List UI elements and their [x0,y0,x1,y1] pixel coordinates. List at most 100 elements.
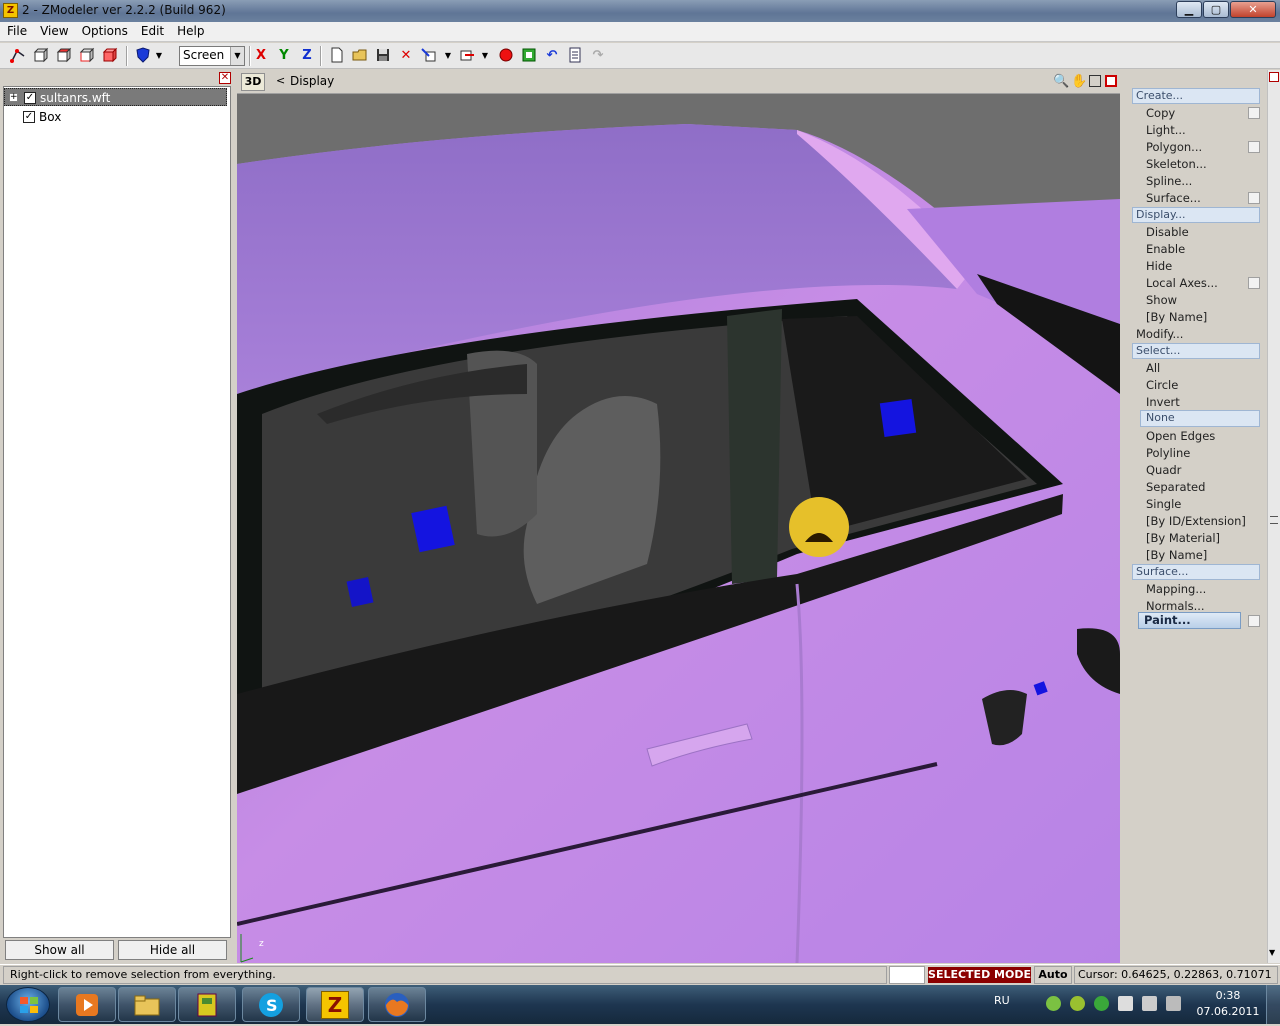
viewport-render[interactable]: z [237,94,1120,963]
select-section-header[interactable]: Select... [1132,343,1260,359]
select-all[interactable]: All [1146,360,1160,376]
delete-icon[interactable]: ✕ [397,47,415,65]
clock-date[interactable]: 07.06.2011 [1196,1005,1260,1018]
select-none[interactable]: None [1140,410,1260,427]
tray-action-center-icon[interactable] [1118,996,1133,1011]
visibility-checkbox[interactable]: ✓ [23,111,35,123]
surface-section-header[interactable]: Surface... [1132,564,1260,580]
display-disable[interactable]: Disable [1146,224,1189,240]
redo-icon[interactable]: ↷ [589,47,607,65]
tray-green-app-icon[interactable] [1046,996,1061,1011]
chevron-down-icon[interactable]: ▼ [154,47,164,65]
display-by-name[interactable]: [By Name] [1146,309,1207,325]
3d-viewport[interactable]: 3D < Display 🔍 ✋ z [237,70,1120,963]
select-all-cube-icon[interactable] [101,47,119,65]
helper-box-marker[interactable] [879,398,917,438]
select-by-name[interactable]: [By Name] [1146,547,1207,563]
snap-mode-indicator[interactable]: Auto [1034,966,1072,984]
select-invert[interactable]: Invert [1146,394,1180,410]
select-single[interactable]: Single [1146,496,1181,512]
firefox-icon[interactable] [368,987,426,1022]
language-indicator[interactable]: RU [994,994,1010,1007]
chevron-down-icon[interactable]: ▼ [443,47,453,65]
new-file-icon[interactable] [328,47,346,65]
command-panel-scrollbar[interactable]: ▼ [1267,70,1280,963]
display-show[interactable]: Show [1146,292,1177,308]
media-player-icon[interactable] [58,987,116,1022]
start-button[interactable] [6,987,50,1022]
chevron-down-icon[interactable]: ▼ [480,47,490,65]
select-edge-cube-icon[interactable] [78,47,96,65]
display-hide[interactable]: Hide [1146,258,1172,274]
scroll-grip-icon[interactable] [1270,516,1278,524]
create-surface[interactable]: Surface... [1146,190,1201,206]
fit-view-icon[interactable] [1089,75,1101,87]
zmodeler-taskbar-icon[interactable]: Z [306,987,364,1022]
selected-mode-indicator[interactable]: SELECTED MODE [928,967,1031,983]
create-spline[interactable]: Spline... [1146,173,1192,189]
import-icon[interactable] [420,47,438,65]
select-by-material[interactable]: [By Material] [1146,530,1220,546]
clock-time[interactable]: 0:38 [1208,989,1248,1002]
maximize-button[interactable]: ▢ [1203,1,1229,18]
visibility-checkbox[interactable]: ✓ [24,92,36,104]
menu-options[interactable]: Options [75,22,134,38]
select-open-edges[interactable]: Open Edges [1146,428,1215,444]
undo-icon[interactable]: ↶ [543,47,561,65]
close-panel-button[interactable]: ✕ [219,72,231,84]
tree-item-box[interactable]: ✓ Box [4,108,227,126]
options-checkbox[interactable] [1248,277,1260,289]
x-axis-toggle[interactable]: X [252,47,270,65]
options-checkbox[interactable] [1248,615,1260,627]
menu-view[interactable]: View [33,22,74,38]
pan-hand-icon[interactable]: ✋ [1071,74,1087,89]
surface-mapping[interactable]: Mapping... [1146,581,1206,597]
create-copy[interactable]: Copy [1146,105,1175,121]
record-icon[interactable] [497,47,515,65]
expand-toggle-icon[interactable]: + [9,93,18,102]
select-by-id-extension[interactable]: [By ID/Extension] [1146,513,1246,529]
select-separated[interactable]: Separated [1146,479,1205,495]
menu-help[interactable]: Help [170,22,210,38]
menu-edit[interactable]: Edit [134,22,170,38]
close-panel-icon[interactable] [1269,72,1279,82]
modify-section-header[interactable]: Modify... [1136,326,1183,342]
properties-list-icon[interactable] [566,47,584,65]
select-circle[interactable]: Circle [1146,377,1178,393]
save-disk-icon[interactable] [374,47,392,65]
display-enable[interactable]: Enable [1146,241,1185,257]
y-axis-toggle[interactable]: Y [275,47,293,65]
create-skeleton[interactable]: Skeleton... [1146,156,1207,172]
close-window-button[interactable]: ✕ [1230,1,1276,18]
select-polyline[interactable]: Polyline [1146,445,1190,461]
scroll-down-icon[interactable]: ▼ [1269,948,1275,957]
select-polygon-cube-icon[interactable] [55,47,73,65]
options-checkbox[interactable] [1248,141,1260,153]
select-vertex-icon[interactable] [9,47,27,65]
options-checkbox[interactable] [1248,107,1260,119]
select-quadr[interactable]: Quadr [1146,462,1181,478]
surface-paint[interactable]: Paint... [1138,612,1241,629]
create-section-header[interactable]: Create... [1132,88,1260,104]
maximize-viewport-icon[interactable] [1105,75,1117,87]
create-polygon[interactable]: Polygon... [1146,139,1202,155]
materials-icon[interactable] [520,47,538,65]
tray-network-icon[interactable] [1142,996,1157,1011]
hide-all-button[interactable]: Hide all [118,940,227,960]
show-desktop-button[interactable] [1266,985,1280,1024]
menu-file[interactable]: File [0,22,33,38]
tree-item-sultanrs[interactable]: + ✓ sultanrs.wft [4,88,227,106]
tray-volume-icon[interactable] [1166,996,1181,1011]
game-app-icon[interactable] [178,987,236,1022]
display-section-header[interactable]: Display... [1132,207,1260,223]
create-light[interactable]: Light... [1146,122,1186,138]
view-mode-select[interactable]: Screen ▼ [179,46,245,66]
export-icon[interactable] [458,47,476,65]
options-checkbox[interactable] [1248,192,1260,204]
viewport-mode-button[interactable]: 3D [241,73,265,91]
shield-mode-icon[interactable] [134,47,152,65]
zmodeler-app-icon[interactable]: Z [3,3,18,18]
show-all-button[interactable]: Show all [5,940,114,960]
tray-shield-check-icon[interactable] [1094,996,1109,1011]
zoom-icon[interactable]: 🔍 [1053,74,1069,89]
